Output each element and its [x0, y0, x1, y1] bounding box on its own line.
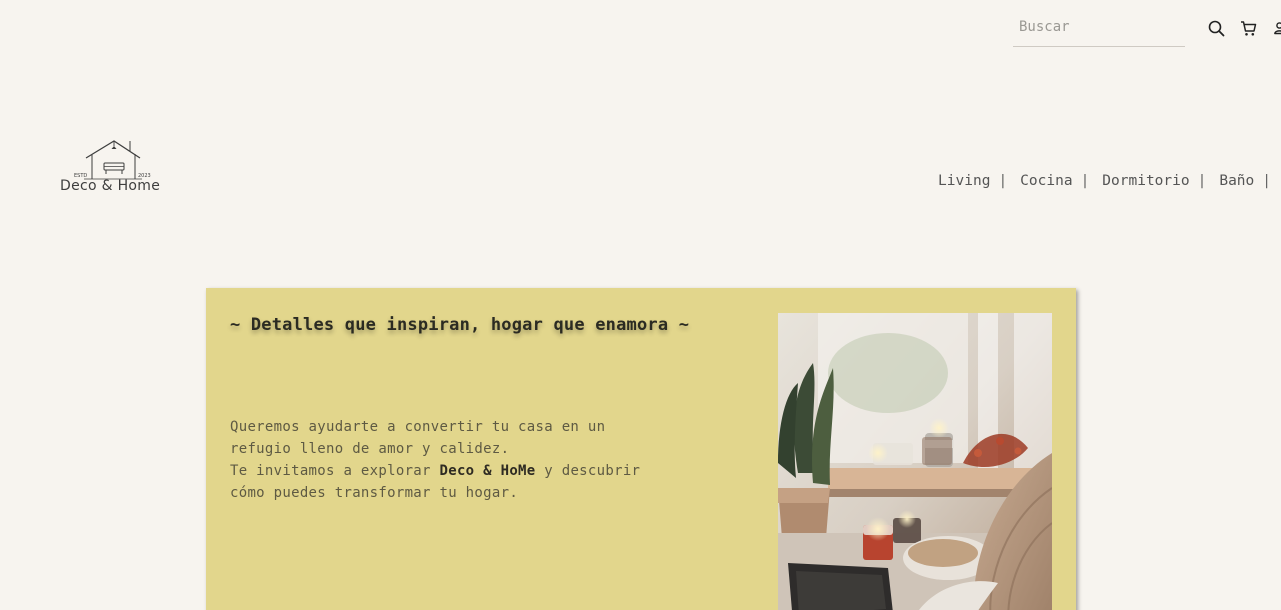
logo-text: Deco & Home [60, 178, 161, 194]
hero-image [778, 313, 1052, 610]
hero-brand-name: Deco & HoMe [439, 463, 536, 479]
user-icon[interactable] [1269, 18, 1281, 38]
nav-separator: | [998, 173, 1008, 189]
search-input[interactable] [1013, 10, 1185, 44]
nav-item-living[interactable]: Living [938, 173, 990, 189]
nav-separator: | [1262, 173, 1271, 189]
hero-description: Queremos ayudarte a convertir tu casa en… [230, 416, 670, 504]
hero-banner: ~ Detalles que inspiran, hogar que enamo… [206, 288, 1076, 610]
nav-item-dormitorio[interactable]: Dormitorio [1102, 173, 1189, 189]
cozy-interior-photo [778, 313, 1052, 610]
nav-separator: | [1080, 173, 1090, 189]
hero-line-3-post: y descubrir [544, 463, 641, 479]
nav-separator: | [1197, 173, 1207, 189]
nav-item-cocina[interactable]: Cocina [1020, 173, 1072, 189]
hero-line-4: cómo puedes transformar tu hogar. [230, 485, 519, 501]
brand-logo[interactable]: ESTD 2023 Deco & Home [56, 137, 168, 201]
hero-line-3-pre: Te invitamos a explorar [230, 463, 431, 479]
hero-line-1: Queremos ayudarte a convertir tu casa en… [230, 419, 606, 435]
search-icon[interactable] [1206, 18, 1226, 38]
hero-line-2: refugio lleno de amor y calidez. [230, 441, 510, 457]
nav-item-bano[interactable]: Baño [1219, 173, 1254, 189]
hero-title: ~ Detalles que inspiran, hogar que enamo… [230, 315, 690, 335]
header-toolbar [1011, 10, 1281, 50]
house-logo-icon [84, 140, 142, 180]
main-nav: Living | Cocina | Dormitorio | Baño | [938, 173, 1271, 189]
cart-icon[interactable] [1238, 18, 1258, 38]
search-box [1013, 10, 1185, 47]
